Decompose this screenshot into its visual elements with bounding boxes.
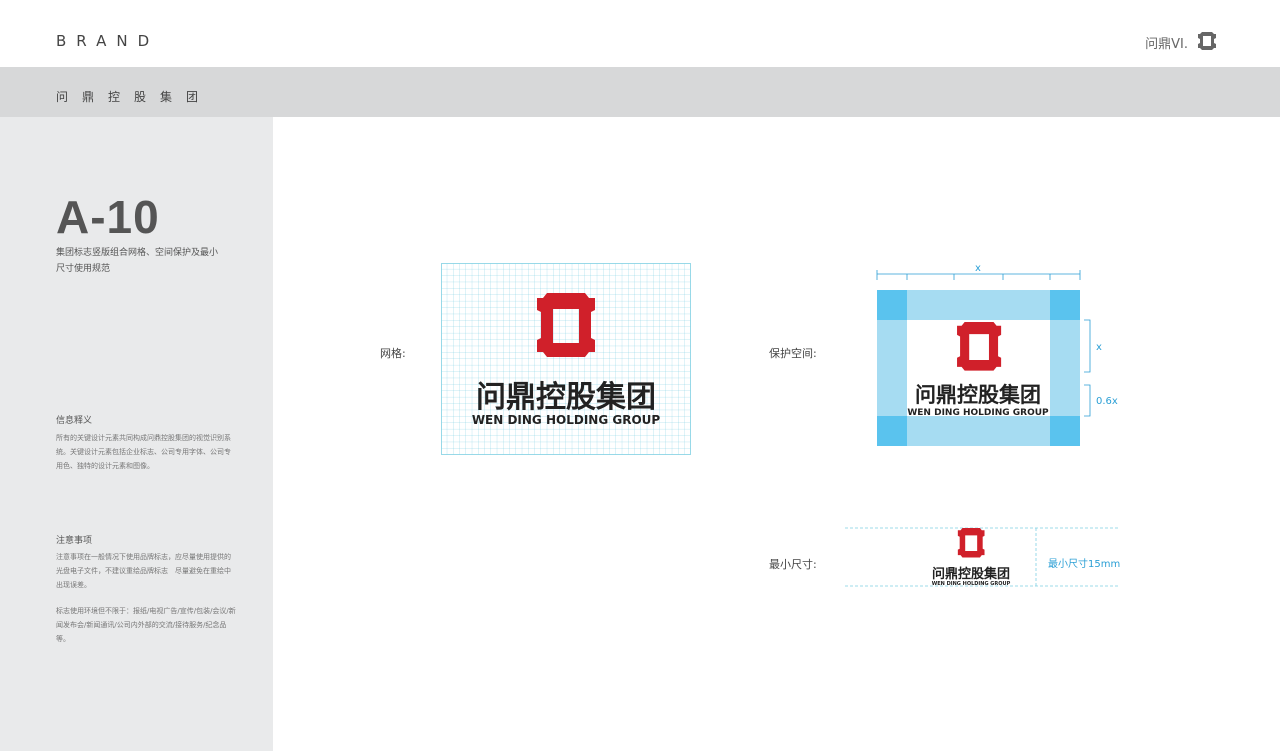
- vi-label: 问鼎VI.: [1145, 37, 1188, 52]
- section-heading-meaning: 信息释义: [56, 416, 93, 426]
- page-subtitle: 集团标志竖版组合网格、空间保护及最小尺寸使用规范: [56, 248, 219, 274]
- protect-space-label: 保护空间:: [769, 347, 817, 360]
- logo-text-en: WEN DING HOLDING GROUP: [472, 413, 661, 427]
- dim-x-top: x: [975, 263, 981, 274]
- logo-text-en: WEN DING HOLDING GROUP: [932, 581, 1011, 587]
- brand-wordmark: BRAND: [56, 32, 160, 50]
- section-body-usage: 标志使用环境但不限于：报纸/电视广告/宣传/包装/会议/新闻发布会/新闻通讯/公…: [56, 607, 236, 643]
- logo-text-en: WEN DING HOLDING GROUP: [907, 408, 1049, 418]
- dim-x-right: x: [1096, 342, 1102, 353]
- min-size-note: 最小尺寸15mm: [1048, 557, 1120, 570]
- section-heading-notes: 注意事项: [56, 536, 93, 546]
- logo-grid-panel: 问鼎控股集团 WEN DING HOLDING GROUP: [441, 263, 691, 455]
- grid-label: 网格:: [380, 347, 406, 360]
- logo-mark-icon: [957, 528, 985, 558]
- logo-text-cn: 问鼎控股集团: [915, 383, 1041, 407]
- logo-text-cn: 问鼎控股集团: [932, 566, 1010, 582]
- min-size-label: 最小尺寸:: [769, 558, 817, 571]
- company-title: 问鼎控股集团: [56, 90, 213, 104]
- protect-space-panel: x 问鼎控股集团 WEN DING HOLDING GROUP x 0.6x: [876, 263, 1118, 446]
- section-body-notes: 注意事项在一般情况下使用品牌标志，应尽量使用提供的光盘电子文件，不建议重绘品牌标…: [56, 553, 231, 589]
- frame-logo-icon: [1198, 32, 1216, 50]
- min-size-panel: 问鼎控股集团 WEN DING HOLDING GROUP 最小尺寸15mm: [845, 527, 1120, 587]
- logo-text-cn: 问鼎控股集团: [476, 380, 656, 415]
- dim-06x: 0.6x: [1096, 396, 1118, 407]
- page-code: A-10: [56, 191, 160, 243]
- section-body-meaning: 所有的关键设计元素共同构成问鼎控股集团的视觉识别系统。关键设计元素包括企业标志、…: [56, 434, 231, 470]
